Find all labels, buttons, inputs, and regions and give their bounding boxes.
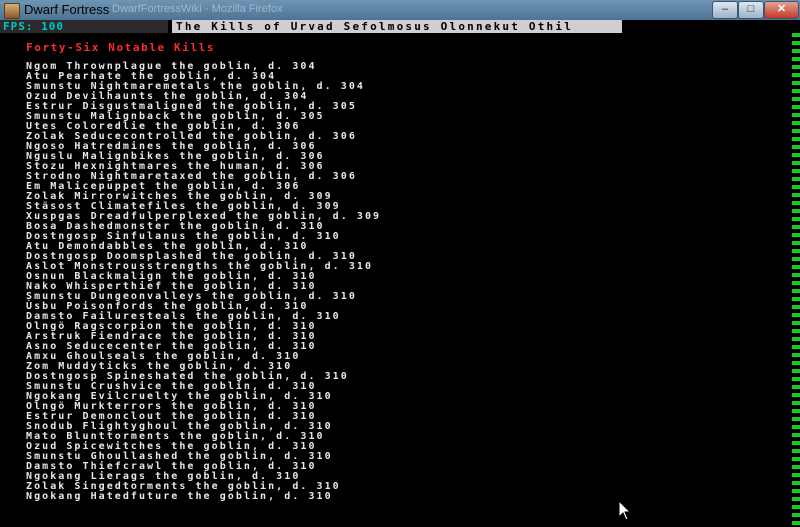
game-header: FPS: 100 The Kills of Urvad Sefolmosus O… <box>0 20 800 33</box>
kill-list-item: Ngokang Hatedfuture the goblin, d. 310 <box>26 491 333 502</box>
window-title: Dwarf Fortress <box>24 2 110 17</box>
maximize-button[interactable]: □ <box>738 1 764 19</box>
fps-counter: FPS: 100 <box>0 20 168 33</box>
dwarf-fortress-app-icon <box>4 3 20 19</box>
kills-list: Ngom Thrownplague the goblin, d. 304 Atu … <box>26 62 381 502</box>
minimize-button[interactable]: – <box>712 1 738 19</box>
background-window-title: DwarfFortressWiki - Mozilla Firefox <box>112 3 283 15</box>
mouse-cursor-icon <box>618 500 632 521</box>
window-title-bar: Dwarf Fortress DwarfFortressWiki - Mozil… <box>0 0 800 20</box>
kills-screen: Forty-Six Notable Kills Ngom Thrownplagu… <box>0 33 792 527</box>
screen-border <box>792 33 800 527</box>
kills-heading: Forty-Six Notable Kills <box>26 41 216 54</box>
screen-title: The Kills of Urvad Sefolmosus Olonnekut … <box>172 20 622 33</box>
close-button[interactable]: ✕ <box>764 1 799 19</box>
